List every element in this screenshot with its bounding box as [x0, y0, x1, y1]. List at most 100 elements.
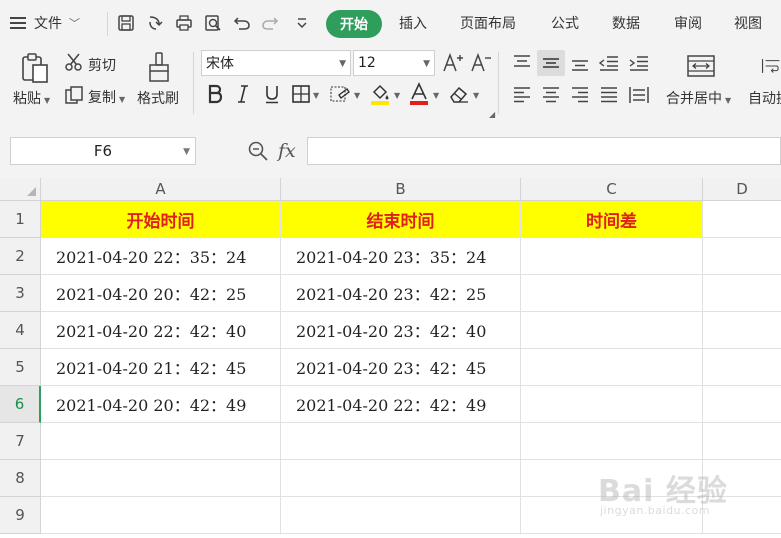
tab-home[interactable]: 开始 [326, 10, 382, 38]
cell-d7[interactable] [703, 423, 781, 460]
chevron-down-icon[interactable]: ▼ [394, 91, 400, 100]
redo-icon[interactable] [259, 10, 281, 36]
font-dialog-launcher-icon[interactable]: ◢ [489, 110, 495, 119]
cell-a7[interactable] [41, 423, 281, 460]
bold-icon[interactable] [204, 83, 226, 105]
paste-icon[interactable] [18, 51, 52, 85]
cell-c1[interactable]: 时间差 [521, 201, 703, 238]
format-painter-icon[interactable] [145, 50, 173, 84]
cell-d3[interactable] [703, 275, 781, 312]
tab-view[interactable]: 视图 [734, 13, 762, 33]
row-header-8[interactable]: 8 [0, 460, 41, 497]
cut-button[interactable]: 剪切 [88, 55, 116, 75]
tab-review[interactable]: 审阅 [674, 13, 702, 33]
chevron-down-icon[interactable]: ▼ [473, 91, 479, 100]
cell-b4[interactable]: 2021-04-20 23：42：40 [281, 312, 521, 349]
column-header-c[interactable]: C [521, 178, 703, 201]
print-icon[interactable] [173, 10, 195, 36]
row-header-3[interactable]: 3 [0, 275, 41, 312]
cell-d2[interactable] [703, 238, 781, 275]
row-header-2[interactable]: 2 [0, 238, 41, 275]
cell-b5[interactable]: 2021-04-20 23：42：45 [281, 349, 521, 386]
tab-page-layout[interactable]: 页面布局 [460, 13, 516, 33]
cell-b7[interactable] [281, 423, 521, 460]
formula-input[interactable] [307, 137, 781, 165]
decrease-indent-icon[interactable] [597, 52, 621, 74]
column-header-d[interactable]: D [703, 178, 781, 201]
cell-a2[interactable]: 2021-04-20 22：35：24 [41, 238, 281, 275]
row-header-4[interactable]: 4 [0, 312, 41, 349]
row-header-1[interactable]: 1 [0, 201, 41, 238]
border-icon[interactable] [290, 83, 312, 105]
underline-icon[interactable] [261, 83, 283, 105]
justify-icon[interactable] [598, 84, 620, 106]
insert-function-button[interactable]: fx [278, 140, 296, 162]
cell-d1[interactable] [703, 201, 781, 238]
font-color-icon[interactable] [408, 81, 430, 107]
cell-d4[interactable] [703, 312, 781, 349]
cell-c6[interactable] [521, 386, 703, 423]
font-size-select[interactable]: 12 ▼ [353, 50, 435, 76]
cell-a9[interactable] [41, 497, 281, 534]
fill-pattern-icon[interactable] [328, 83, 352, 105]
align-bottom-icon[interactable] [569, 52, 591, 74]
cell-b1[interactable]: 结束时间 [281, 201, 521, 238]
cell-a4[interactable]: 2021-04-20 22：42：40 [41, 312, 281, 349]
tab-insert[interactable]: 插入 [399, 13, 427, 33]
zoom-search-icon[interactable] [247, 140, 269, 162]
cell-c4[interactable] [521, 312, 703, 349]
cell-b3[interactable]: 2021-04-20 23：42：25 [281, 275, 521, 312]
distributed-align-icon[interactable] [627, 84, 651, 106]
export-icon[interactable] [144, 10, 166, 36]
print-preview-icon[interactable] [202, 10, 224, 36]
font-name-select[interactable]: 宋体 ▼ [201, 50, 351, 76]
scissors-icon[interactable] [63, 51, 85, 73]
copy-button[interactable]: 复制 ▼ [88, 87, 125, 107]
cell-a3[interactable]: 2021-04-20 20：42：25 [41, 275, 281, 312]
column-header-b[interactable]: B [281, 178, 521, 201]
save-icon[interactable] [115, 10, 137, 36]
select-all-corner[interactable] [0, 178, 41, 201]
cell-b8[interactable] [281, 460, 521, 497]
chevron-down-icon[interactable]: ▼ [313, 91, 319, 100]
cell-c7[interactable] [521, 423, 703, 460]
align-left-icon[interactable] [511, 84, 533, 106]
align-center-icon[interactable] [540, 84, 562, 106]
cell-c5[interactable] [521, 349, 703, 386]
cell-a1[interactable]: 开始时间 [41, 201, 281, 238]
column-header-a[interactable]: A [41, 178, 281, 201]
cell-b2[interactable]: 2021-04-20 23：35：24 [281, 238, 521, 275]
align-right-icon[interactable] [569, 84, 591, 106]
fill-color-icon[interactable] [368, 81, 392, 107]
paste-button[interactable]: 粘贴 ▼ [13, 88, 50, 108]
cell-b9[interactable] [281, 497, 521, 534]
row-header-7[interactable]: 7 [0, 423, 41, 460]
customize-quick-access-icon[interactable] [291, 10, 313, 36]
cell-d5[interactable] [703, 349, 781, 386]
cell-b6[interactable]: 2021-04-20 22：42：49 [281, 386, 521, 423]
wrap-text-button[interactable]: 自动换 [748, 88, 781, 108]
chevron-down-icon[interactable]: ▼ [354, 91, 360, 100]
chevron-down-icon[interactable]: ▼ [433, 91, 439, 100]
cell-c3[interactable] [521, 275, 703, 312]
cell-a5[interactable]: 2021-04-20 21：42：45 [41, 349, 281, 386]
merge-center-icon[interactable] [685, 52, 717, 80]
name-box[interactable]: F6 ▼ [10, 137, 196, 165]
increase-font-size-icon[interactable] [441, 51, 465, 75]
decrease-font-size-icon[interactable] [469, 51, 493, 75]
align-top-icon[interactable] [511, 52, 533, 74]
undo-icon[interactable] [231, 10, 253, 36]
row-header-9[interactable]: 9 [0, 497, 41, 534]
italic-icon[interactable] [233, 83, 253, 105]
cell-a8[interactable] [41, 460, 281, 497]
eraser-icon[interactable] [447, 83, 471, 105]
row-header-5[interactable]: 5 [0, 349, 41, 386]
increase-indent-icon[interactable] [627, 52, 651, 74]
tab-data[interactable]: 数据 [612, 13, 640, 33]
format-painter-button[interactable]: 格式刷 [137, 88, 179, 108]
cell-a6[interactable]: 2021-04-20 20：42：49 [41, 386, 281, 423]
cell-d6[interactable] [703, 386, 781, 423]
merge-center-button[interactable]: 合并居中 ▼ [666, 88, 731, 108]
cell-c2[interactable] [521, 238, 703, 275]
file-menu[interactable]: 文件 ﹀ [10, 8, 80, 38]
